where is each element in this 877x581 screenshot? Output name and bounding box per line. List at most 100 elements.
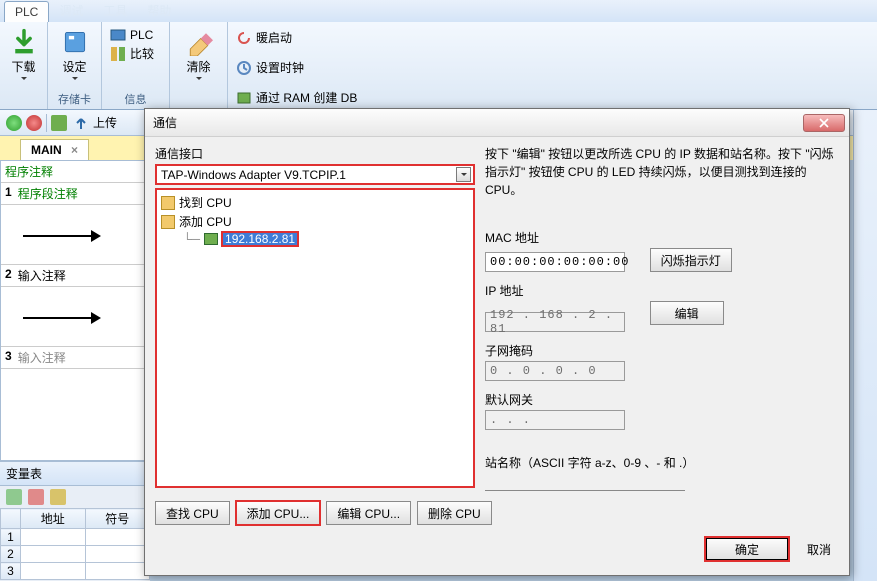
setup-label: 设定	[62, 58, 86, 75]
menu-item-debug[interactable]: 调试	[49, 0, 93, 22]
clear-label: 清除	[186, 58, 210, 75]
tree-add-cpu-label: 添加 CPU	[179, 213, 232, 230]
vt-delete-icon[interactable]	[28, 489, 44, 505]
createdb-button[interactable]: 通过 RAM 创建 DB	[234, 88, 359, 107]
rung-1[interactable]	[1, 205, 149, 265]
communication-dialog: 通信 通信接口 TAP-Windows Adapter V9.TCPIP.1 找…	[144, 108, 850, 576]
dropdown-icon	[72, 77, 78, 80]
run-icon[interactable]	[6, 115, 22, 131]
plc-button[interactable]: PLC	[108, 26, 155, 44]
rung-number: 3	[5, 349, 12, 366]
dialog-titlebar[interactable]: 通信	[145, 109, 849, 137]
menu-bar: PLC 调试 工具 帮助	[0, 0, 877, 22]
add-cpu-button[interactable]: 添加 CPU...	[236, 501, 321, 525]
variable-table-title: 变量表	[0, 461, 150, 486]
doc-tab-main[interactable]: MAIN ×	[20, 139, 89, 160]
close-icon[interactable]: ×	[71, 143, 78, 157]
col-symbol[interactable]: 符号	[85, 509, 150, 529]
plc-icon	[110, 27, 126, 43]
chevron-down-icon	[461, 173, 467, 176]
menu-item-help[interactable]: 帮助	[137, 0, 181, 22]
col-address[interactable]: 地址	[21, 509, 86, 529]
table-row: 2	[1, 546, 150, 563]
compare-button[interactable]: 比较	[108, 44, 156, 63]
combo-dropdown-button[interactable]	[456, 167, 471, 182]
station-name-input[interactable]	[485, 473, 685, 491]
rung-2[interactable]	[1, 287, 149, 347]
gateway-label: 默认网关	[485, 391, 837, 408]
mac-field[interactable]: 00:00:00:00:00:00	[485, 252, 625, 272]
dialog-title: 通信	[153, 114, 177, 131]
stop-icon[interactable]	[26, 115, 42, 131]
tree-find-cpu-label: 找到 CPU	[179, 194, 232, 211]
setup-button[interactable]: 设定	[57, 26, 93, 82]
rung-number: 2	[5, 267, 12, 284]
doc-tab-label: MAIN	[31, 143, 62, 157]
setclock-label: 设置时钟	[256, 59, 304, 76]
dropdown-icon	[21, 77, 27, 80]
interface-combo[interactable]: TAP-Windows Adapter V9.TCPIP.1	[155, 164, 475, 185]
interface-value: TAP-Windows Adapter V9.TCPIP.1	[161, 168, 346, 182]
tree-add-cpu[interactable]: 添加 CPU	[161, 212, 469, 231]
menu-item-tools[interactable]: 工具	[93, 0, 137, 22]
table-row: 3	[1, 563, 150, 580]
input-comment: 输入注释	[18, 267, 66, 284]
flash-led-button[interactable]: 闪烁指示灯	[650, 248, 732, 272]
compare-icon	[110, 46, 126, 62]
input-comment-3: 输入注释	[18, 349, 66, 366]
cancel-button[interactable]: 取消	[807, 541, 831, 558]
warmstart-button[interactable]: 暖启动	[234, 28, 294, 47]
folder-icon	[161, 215, 175, 229]
download-label: 下载	[11, 58, 35, 75]
edit-ip-button[interactable]: 编辑	[650, 301, 724, 325]
dialog-confirm-buttons: 确定 取消	[705, 537, 831, 561]
cpu-tree[interactable]: 找到 CPU 添加 CPU └─ 192.168.2.81	[155, 188, 475, 488]
right-pane-strip	[853, 110, 877, 581]
warmstart-label: 暖启动	[256, 29, 292, 46]
upload-label: 上传	[93, 114, 117, 131]
clear-button[interactable]: 清除	[181, 26, 217, 82]
gateway-field: . . .	[485, 410, 625, 430]
program-comment: 程序注释	[5, 163, 53, 180]
ladder-editor: 程序注释 1程序段注释 2输入注释 3输入注释	[0, 160, 150, 461]
upload-icon	[73, 115, 89, 131]
eraser-icon	[185, 28, 213, 56]
group2-caption: 存储卡	[58, 91, 91, 107]
ok-button[interactable]: 确定	[705, 537, 789, 561]
download-icon	[10, 28, 38, 56]
edit-cpu-button[interactable]: 编辑 CPU...	[326, 501, 411, 525]
tree-find-cpu[interactable]: 找到 CPU	[161, 193, 469, 212]
download-button[interactable]: 下载	[6, 26, 42, 82]
toolbar-icon[interactable]	[51, 115, 67, 131]
ip-label: IP 地址	[485, 282, 837, 299]
rung-number: 1	[5, 185, 12, 202]
group3-caption: 信息	[125, 91, 147, 107]
find-cpu-button[interactable]: 查找 CPU	[155, 501, 230, 525]
cpu-action-buttons: 查找 CPU 添加 CPU... 编辑 CPU... 删除 CPU	[155, 501, 492, 525]
interface-label: 通信接口	[155, 145, 475, 162]
vt-add-icon[interactable]	[6, 489, 22, 505]
upload-button[interactable]: 上传	[71, 113, 119, 132]
variable-table-pane: 变量表 地址符号 1 2 3	[0, 461, 150, 581]
mac-label: MAC 地址	[485, 229, 837, 246]
dialog-description: 按下 "编辑" 按钮以更改所选 CPU 的 IP 数据和站名称。按下 "闪烁指示…	[485, 145, 837, 199]
createdb-label: 通过 RAM 创建 DB	[256, 89, 357, 106]
setclock-button[interactable]: 设置时钟	[234, 58, 306, 77]
clock-icon	[236, 60, 252, 76]
variable-table[interactable]: 地址符号 1 2 3	[0, 508, 150, 580]
dropdown-icon	[196, 77, 202, 80]
ribbon: 下载 设定 存储卡 PLC 比较 信息 清除	[0, 22, 877, 110]
vt-misc-icon[interactable]	[50, 489, 66, 505]
plc-label: PLC	[130, 28, 153, 42]
cpu-icon	[204, 233, 218, 245]
restart-icon	[236, 30, 252, 46]
tree-ip-label: 192.168.2.81	[222, 232, 298, 246]
menu-tab-plc[interactable]: PLC	[4, 1, 49, 22]
card-icon	[61, 28, 89, 56]
subnet-label: 子网掩码	[485, 342, 837, 359]
station-label: 站名称（ASCII 字符 a-z、0-9 、- 和 .）	[485, 454, 837, 471]
dialog-close-button[interactable]	[803, 114, 845, 132]
tree-connector-icon: └─	[183, 232, 200, 246]
delete-cpu-button[interactable]: 删除 CPU	[417, 501, 492, 525]
tree-ip-node[interactable]: └─ 192.168.2.81	[161, 231, 469, 247]
